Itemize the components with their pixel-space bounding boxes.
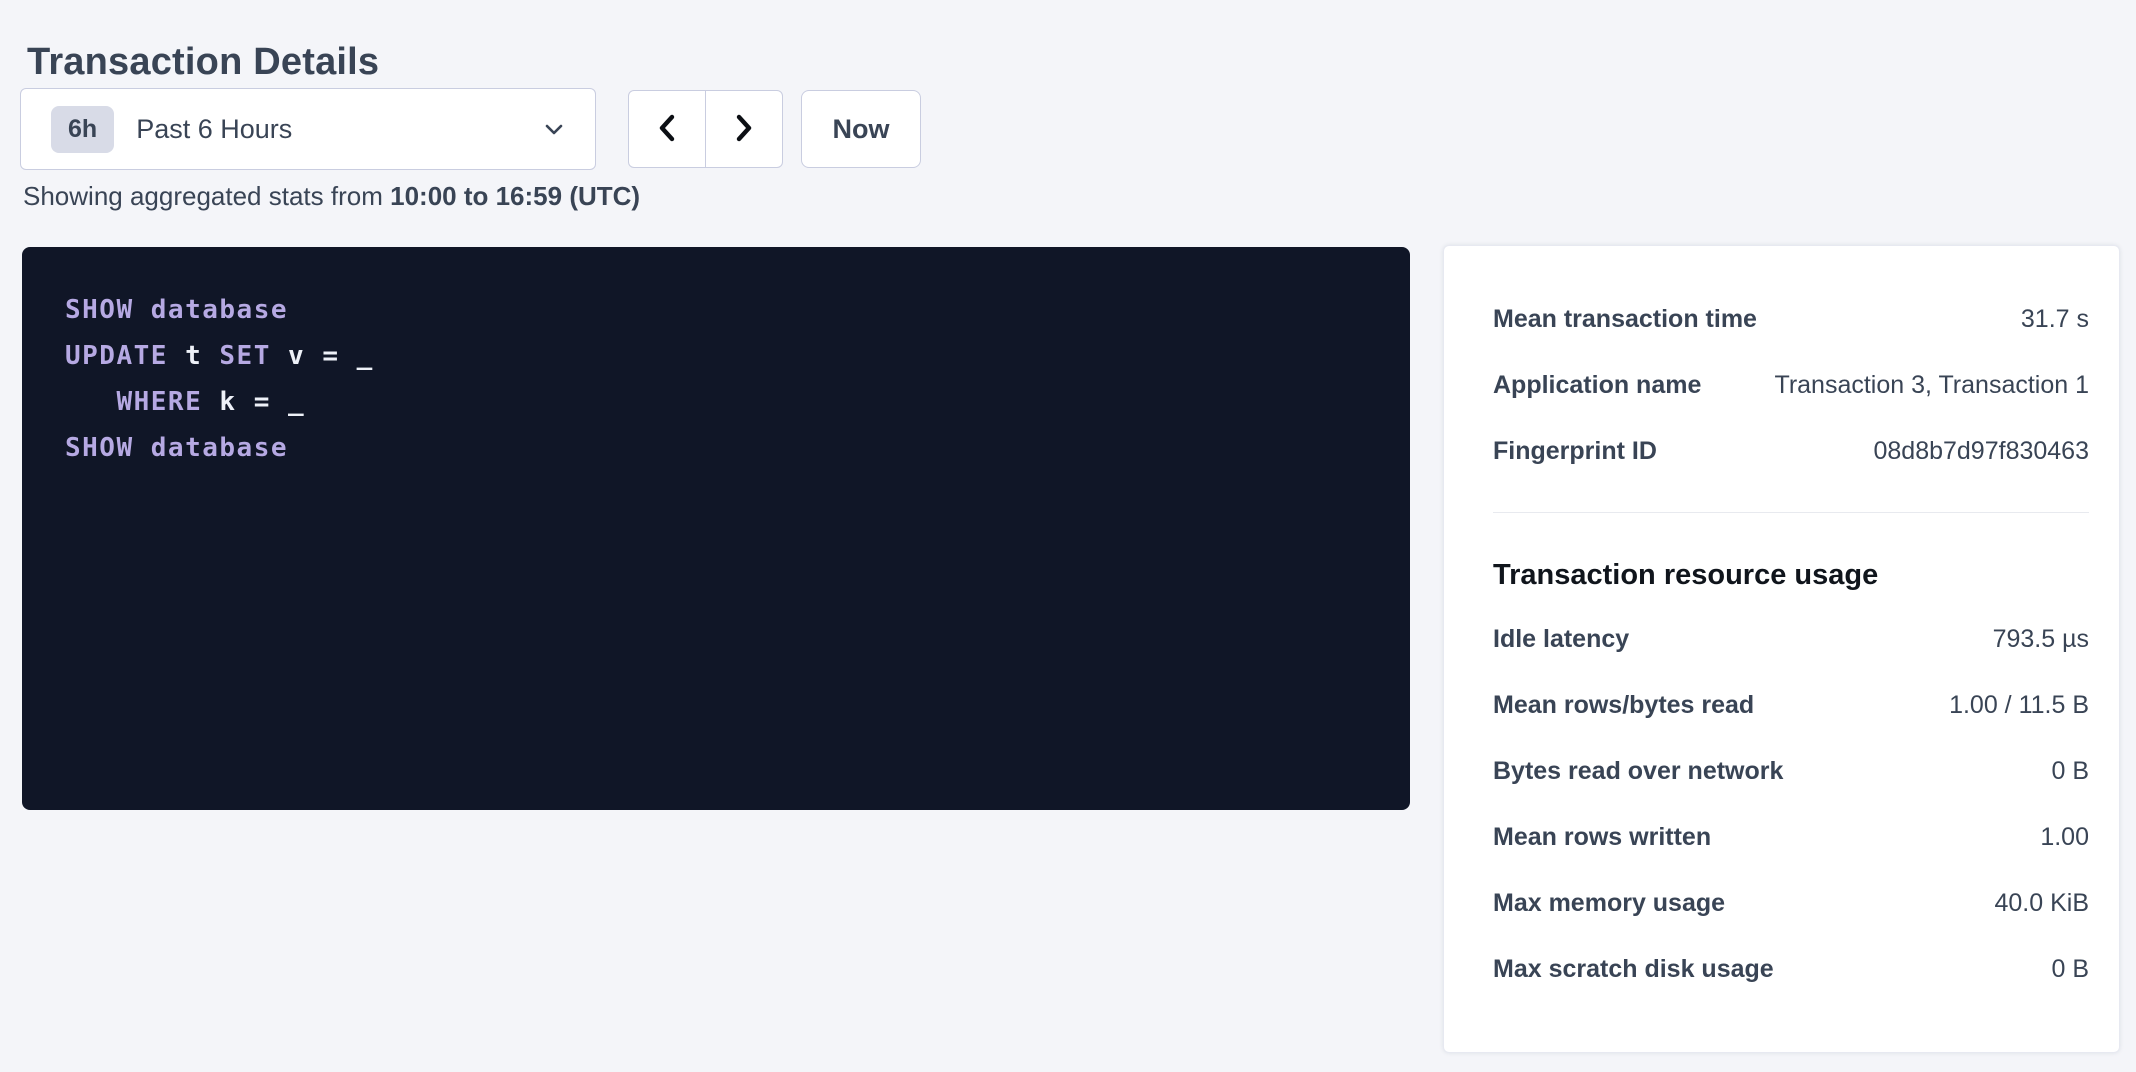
- sql-plain-token: [134, 433, 151, 463]
- resource-usage-heading: Transaction resource usage: [1493, 559, 2089, 592]
- sql-keyword-token: UPDATE: [65, 341, 168, 371]
- stat-value: 0 B: [2051, 757, 2089, 786]
- sql-keyword-token: SHOW: [65, 295, 134, 325]
- stat-label: Idle latency: [1493, 625, 1649, 654]
- transaction-details-page: Transaction Details 6h Past 6 Hours: [0, 0, 2136, 1072]
- stat-value: 31.7 s: [2021, 305, 2089, 334]
- sql-keyword-token: database: [151, 295, 288, 325]
- main-content: SHOW databaseUPDATE t SET v = _ WHERE k …: [22, 245, 2120, 1053]
- stat-row: Max scratch disk usage 0 B: [1493, 936, 2089, 1002]
- now-button[interactable]: Now: [801, 90, 921, 168]
- stat-label: Fingerprint ID: [1493, 437, 1677, 466]
- transaction-summary-card: Mean transaction time 31.7 s Application n…: [1443, 245, 2120, 1053]
- time-range-badge: 6h: [51, 106, 114, 153]
- stat-label: Mean rows/bytes read: [1493, 691, 1774, 720]
- previous-time-window-button[interactable]: [628, 90, 706, 168]
- time-range-label: Past 6 Hours: [136, 114, 292, 145]
- stat-label: Mean transaction time: [1493, 305, 1777, 334]
- stat-row: Mean rows written 1.00: [1493, 804, 2089, 870]
- sql-keyword-token: SHOW: [65, 433, 134, 463]
- time-controls: 6h Past 6 Hours: [20, 88, 921, 170]
- aggregation-range-value: 10:00 to 16:59 (UTC): [390, 181, 640, 211]
- resource-usage-rows: Idle latency 793.5 µs Mean rows/bytes read…: [1493, 606, 2089, 1002]
- summary-rows: Mean transaction time 31.7 s Application n…: [1493, 286, 2089, 484]
- sql-code-line: SHOW database: [65, 425, 1370, 471]
- stat-value: 08d8b7d97f830463: [1873, 437, 2089, 466]
- next-time-window-button[interactable]: [705, 90, 783, 168]
- card-divider: [1493, 512, 2089, 513]
- stat-value: 793.5 µs: [1993, 625, 2089, 654]
- aggregation-range-text: Showing aggregated stats from 10:00 to 1…: [23, 181, 640, 212]
- stat-row: Application name Transaction 3, Transacti…: [1493, 352, 2089, 418]
- stat-row: Mean transaction time 31.7 s: [1493, 286, 2089, 352]
- stat-row: Bytes read over network 0 B: [1493, 738, 2089, 804]
- stat-value: Transaction 3, Transaction 1: [1774, 371, 2089, 400]
- stat-label: Application name: [1493, 371, 1721, 400]
- stat-label: Max scratch disk usage: [1493, 955, 1794, 984]
- time-pager: [628, 90, 783, 168]
- stat-value: 40.0 KiB: [1994, 889, 2089, 918]
- aggregation-range-prefix: Showing aggregated stats from: [23, 181, 390, 211]
- stat-label: Bytes read over network: [1493, 757, 1803, 786]
- sql-plain-token: k = _: [202, 387, 305, 417]
- sql-keyword-token: database: [151, 433, 288, 463]
- stat-row: Idle latency 793.5 µs: [1493, 606, 2089, 672]
- sql-plain-token: t: [168, 341, 219, 371]
- stat-row: Fingerprint ID 08d8b7d97f830463: [1493, 418, 2089, 484]
- sql-keyword-token: SET: [219, 341, 270, 371]
- stat-value: 1.00: [2040, 823, 2089, 852]
- sql-plain-token: v = _: [271, 341, 374, 371]
- chevron-right-icon: [730, 112, 758, 147]
- sql-plain-token: [65, 387, 116, 417]
- stat-label: Max memory usage: [1493, 889, 1745, 918]
- page-title: Transaction Details: [27, 41, 379, 84]
- stat-label: Mean rows written: [1493, 823, 1731, 852]
- sql-code: SHOW databaseUPDATE t SET v = _ WHERE k …: [65, 287, 1370, 471]
- stat-row: Max memory usage 40.0 KiB: [1493, 870, 2089, 936]
- stat-value: 0 B: [2051, 955, 2089, 984]
- stat-row: Mean rows/bytes read 1.00 / 11.5 B: [1493, 672, 2089, 738]
- sql-code-line: UPDATE t SET v = _: [65, 333, 1370, 379]
- sql-keyword-token: WHERE: [116, 387, 202, 417]
- sql-statement-box: SHOW databaseUPDATE t SET v = _ WHERE k …: [22, 247, 1410, 810]
- time-range-dropdown[interactable]: 6h Past 6 Hours: [20, 88, 596, 170]
- stat-value: 1.00 / 11.5 B: [1949, 691, 2089, 720]
- sql-code-line: WHERE k = _: [65, 379, 1370, 425]
- sql-code-line: SHOW database: [65, 287, 1370, 333]
- chevron-down-icon: [541, 116, 567, 142]
- chevron-left-icon: [653, 112, 681, 147]
- sql-plain-token: [134, 295, 151, 325]
